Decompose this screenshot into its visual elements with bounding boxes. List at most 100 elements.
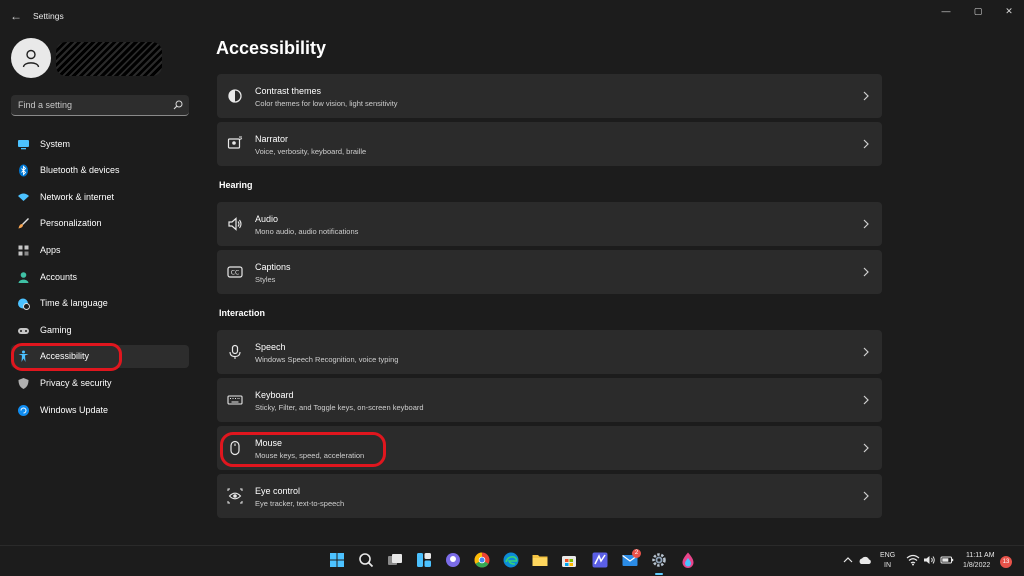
- back-button[interactable]: ←: [8, 9, 24, 23]
- sidebar-item-label: Personalization: [40, 218, 102, 228]
- card-subtitle: Windows Speech Recognition, voice typing: [255, 355, 399, 364]
- clock-date[interactable]: 1/8/2022: [963, 562, 990, 569]
- sidebar-item-windows-update[interactable]: Windows Update: [11, 399, 189, 422]
- svg-text:CC: CC: [231, 270, 239, 277]
- card-narrator[interactable]: Narrator Voice, verbosity, keyboard, bra…: [217, 122, 882, 166]
- paint-icon[interactable]: [679, 551, 697, 569]
- card-captions[interactable]: CC Captions Styles: [217, 250, 882, 294]
- globe-clock-icon: [18, 298, 30, 310]
- card-subtitle: Mono audio, audio notifications: [255, 227, 359, 236]
- minimize-button[interactable]: —: [935, 4, 957, 18]
- keyboard-icon: [227, 395, 243, 405]
- sidebar-item-bluetooth[interactable]: Bluetooth & devices: [11, 159, 189, 182]
- card-title: Eye control: [255, 486, 301, 496]
- sidebar-item-personalization[interactable]: Personalization: [11, 212, 189, 235]
- search-icon[interactable]: [173, 100, 183, 110]
- chevron-right-icon: [863, 219, 869, 229]
- sidebar-item-label: Apps: [40, 245, 61, 255]
- sidebar-item-network[interactable]: Network & internet: [11, 186, 189, 209]
- search-input[interactable]: [11, 95, 171, 115]
- onedrive-icon[interactable]: [858, 554, 872, 566]
- clock-time[interactable]: 11:11 AM: [966, 552, 995, 559]
- chevron-right-icon: [863, 443, 869, 453]
- bluetooth-icon: [19, 164, 28, 177]
- settings-gear-icon[interactable]: [650, 551, 668, 569]
- person-icon: [18, 272, 29, 283]
- card-subtitle: Voice, verbosity, keyboard, braille: [255, 147, 367, 156]
- search-icon[interactable]: [357, 551, 375, 569]
- shield-icon: [18, 378, 29, 389]
- narrator-icon: [227, 136, 243, 149]
- brush-icon: [18, 218, 29, 229]
- card-speech[interactable]: Speech Windows Speech Recognition, voice…: [217, 330, 882, 374]
- widgets-icon[interactable]: [415, 551, 433, 569]
- card-keyboard[interactable]: Keyboard Sticky, Filter, and Toggle keys…: [217, 378, 882, 422]
- captions-icon: CC: [227, 266, 243, 278]
- contrast-icon: [228, 89, 242, 103]
- card-title: Narrator: [255, 134, 289, 144]
- sidebar-item-gaming[interactable]: Gaming: [11, 319, 189, 342]
- chevron-right-icon: [863, 491, 869, 501]
- card-audio[interactable]: Audio Mono audio, audio notifications: [217, 202, 882, 246]
- volume-icon[interactable]: [923, 554, 937, 566]
- page-title: Accessibility: [216, 38, 327, 58]
- section-heading-hearing: Hearing: [219, 180, 253, 190]
- chrome-icon[interactable]: [473, 551, 491, 569]
- task-view-icon[interactable]: [386, 551, 404, 569]
- search-box[interactable]: [11, 95, 189, 116]
- chevron-right-icon: [863, 347, 869, 357]
- app-icon[interactable]: [591, 551, 609, 569]
- card-subtitle: Eye tracker, text-to-speech: [255, 499, 345, 508]
- chat-icon[interactable]: [444, 551, 462, 569]
- notification-count-badge[interactable]: 13: [1000, 556, 1012, 568]
- chevron-right-icon: [863, 91, 869, 101]
- sidebar-item-label: Time & language: [40, 298, 108, 308]
- active-app-indicator: [655, 573, 663, 575]
- file-explorer-icon[interactable]: [531, 551, 549, 569]
- taskbar: 2 ENG IN 11:11 AM 1/8/2022 13: [0, 545, 1024, 576]
- sidebar-item-label: Network & internet: [40, 192, 115, 202]
- sidebar-item-label: System: [40, 139, 71, 149]
- window-title: Settings: [33, 11, 64, 21]
- start-icon[interactable]: [328, 551, 346, 569]
- card-title: Keyboard: [255, 390, 294, 400]
- sidebar-item-system[interactable]: System: [11, 133, 189, 156]
- chevron-right-icon: [863, 267, 869, 277]
- update-icon: [18, 405, 29, 416]
- card-eye-control[interactable]: Eye control Eye tracker, text-to-speech: [217, 474, 882, 518]
- sidebar-item-label: Windows Update: [40, 405, 109, 415]
- card-title: Captions: [255, 262, 291, 272]
- maximize-button[interactable]: ▢: [967, 4, 989, 18]
- highlight-annotation-mouse: [220, 432, 386, 467]
- redacted-user-name: [56, 42, 162, 76]
- card-subtitle: Color themes for low vision, light sensi…: [255, 99, 398, 108]
- microphone-icon: [229, 344, 241, 359]
- sidebar-item-accounts[interactable]: Accounts: [11, 266, 189, 289]
- language-region: IN: [884, 562, 891, 569]
- monitor-icon: [18, 140, 29, 150]
- section-heading-interaction: Interaction: [219, 308, 266, 318]
- card-title: Speech: [255, 342, 286, 352]
- card-contrast-themes[interactable]: Contrast themes Color themes for low vis…: [217, 74, 882, 118]
- speaker-icon: [228, 217, 242, 231]
- avatar[interactable]: [11, 38, 51, 78]
- sidebar-item-privacy-security[interactable]: Privacy & security: [11, 372, 189, 395]
- sidebar-item-apps[interactable]: Apps: [11, 239, 189, 262]
- sidebar-item-label: Gaming: [40, 325, 72, 335]
- sidebar-item-time-language[interactable]: Time & language: [11, 292, 189, 315]
- wifi-icon[interactable]: [906, 554, 920, 566]
- language-indicator[interactable]: ENG: [880, 552, 895, 559]
- close-button[interactable]: ✕: [998, 4, 1020, 18]
- card-title: Contrast themes: [255, 86, 322, 96]
- chevron-up-icon[interactable]: [842, 554, 854, 566]
- person-icon: [22, 49, 40, 68]
- edge-icon[interactable]: [502, 551, 520, 569]
- card-subtitle: Styles: [255, 275, 276, 284]
- store-icon[interactable]: [560, 551, 578, 569]
- chevron-right-icon: [863, 139, 869, 149]
- sidebar-item-label: Bluetooth & devices: [40, 165, 120, 175]
- highlight-annotation-accessibility: [11, 343, 122, 371]
- sidebar-item-label: Accounts: [40, 272, 78, 282]
- wifi-icon: [18, 193, 29, 201]
- battery-icon[interactable]: [940, 554, 954, 566]
